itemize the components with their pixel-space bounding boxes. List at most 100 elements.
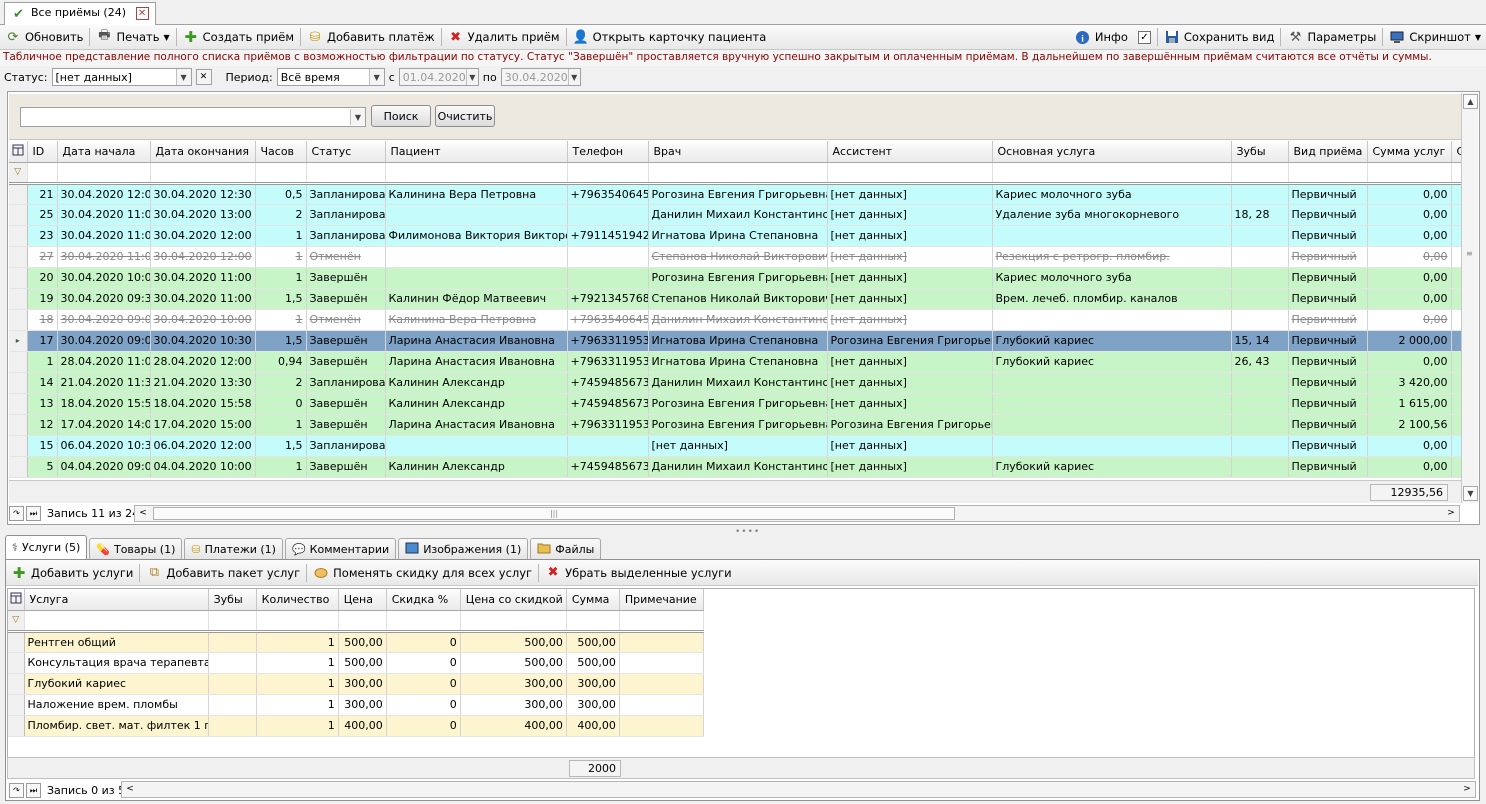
filter-cell[interactable] [338,610,387,633]
tab-services[interactable]: ⚕ Услуги (5) [5,535,88,559]
column-header[interactable]: Часов [255,141,307,163]
column-header[interactable]: Сумма [566,589,620,611]
change-discount-button[interactable]: Поменять скидку для всех услуг [308,562,537,584]
add-payment-button[interactable]: ⛁ Добавить платёж [302,26,440,48]
table-row[interactable]: Рентген общий 1 500,00 0 500,00 500,00 [8,631,705,653]
column-header[interactable]: Сумма услуг [1367,141,1452,163]
scroll-down-icon[interactable]: ▼ [1463,486,1478,501]
row-indicator[interactable] [8,631,25,653]
filter-cell[interactable] [256,610,339,633]
filter-cell[interactable] [1288,162,1368,185]
filter-cell[interactable] [566,610,620,633]
row-indicator[interactable] [9,393,28,415]
period-select[interactable]: Всё время ▼ [276,68,385,86]
parameters-button[interactable]: ⚒ Параметры [1282,26,1381,48]
column-header[interactable]: Ассистент [827,141,993,163]
row-indicator[interactable] [9,288,28,310]
print-button[interactable]: 🖶 Печать ▼ [91,26,174,48]
date-from-field[interactable]: 01.04.2020 ▼ [398,68,479,86]
row-indicator[interactable] [8,652,25,674]
column-header[interactable]: Цена со скидкой [460,589,567,611]
scroll-right-icon[interactable]: > [1444,506,1458,521]
column-header[interactable]: Услуга [24,589,209,611]
scroll-up-icon[interactable]: ▲ [1463,94,1478,109]
table-row[interactable]: 18 30.04.2020 09:00 30.04.2020 10:00 1 Отмен… [9,309,1461,331]
table-row[interactable]: Глубокий кариес 1 300,00 0 300,00 300,00 [8,673,705,695]
horizontal-scroll-thumb[interactable]: ||| [153,507,955,520]
filter-cell[interactable] [386,610,461,633]
search-input[interactable]: ▼ [20,107,366,127]
scroll-right-icon[interactable]: > [1460,782,1474,797]
column-header[interactable]: Скидка % [386,589,461,611]
row-indicator[interactable] [9,183,28,205]
add-services-button[interactable]: ✚ Добавить услуги [6,562,138,584]
row-pointer-icon[interactable]: ▸ [9,330,28,352]
column-header[interactable]: Примечание [619,589,705,611]
filter-cell[interactable] [57,162,151,185]
create-appointment-button[interactable]: ✚ Создать приём [178,26,299,48]
table-row[interactable]: 21 30.04.2020 12:00 30.04.2020 12:30 0,5 Зап… [9,183,1461,205]
table-row[interactable]: ▸ 17 30.04.2020 09:00 30.04.2020 10:30 1,5 За… [9,330,1461,352]
row-indicator[interactable] [8,673,25,695]
filter-cell[interactable] [460,610,567,633]
clear-button[interactable]: Очистить [435,105,495,127]
tab-payments[interactable]: ⛁ Платежи (1) [184,538,283,559]
column-header[interactable]: Зубы [208,589,257,611]
row-indicator[interactable] [9,246,28,268]
tab-images[interactable]: Изображения (1) [398,538,529,559]
table-row[interactable]: 5 04.04.2020 09:00 04.04.2020 10:00 1 Заверш… [9,456,1461,478]
close-tab-icon[interactable]: ✕ [135,6,149,20]
info-button[interactable]: i Инфо [1070,26,1133,48]
table-row[interactable]: Пломбир. свет. мат. филтек 1 пов. 1 400,00… [8,715,705,737]
appointments-filter-row[interactable]: ▽ [9,162,1461,185]
table-row[interactable]: 27 30.04.2020 11:00 30.04.2020 12:00 1 Отмен… [9,246,1461,268]
table-row[interactable]: 25 30.04.2020 11:00 30.04.2020 13:00 2 Запла… [9,204,1461,226]
filter-cell[interactable] [992,162,1232,185]
scroll-left-icon[interactable]: < [123,782,137,797]
splitter-grip-icon[interactable]: •••• [735,527,760,537]
column-chooser-icon[interactable] [8,589,25,611]
services-horizontal-scrollbar[interactable]: < > [121,781,1476,798]
table-row[interactable]: 19 30.04.2020 09:30 30.04.2020 11:00 1,5 Зав… [9,288,1461,310]
column-header[interactable]: ID [27,141,58,163]
filter-cell[interactable] [1231,162,1289,185]
column-header[interactable]: Статус [306,141,386,163]
appointments-horizontal-scrollbar[interactable]: < ||| > [134,505,1460,522]
info-checkbox[interactable]: ✓ [1133,26,1156,48]
filter-funnel-icon[interactable]: ▽ [8,610,25,633]
filter-cell[interactable] [1367,162,1452,185]
row-indicator[interactable] [9,204,28,226]
add-package-button[interactable]: ⧉ Добавить пакет услуг [141,562,305,584]
scroll-grip-icon[interactable]: ≡ [1466,249,1473,258]
open-patient-card-button[interactable]: 👤 Открыть карточку пациента [568,26,772,48]
refresh-nav-icon[interactable]: ↷ [9,506,24,521]
column-header[interactable]: Пациент [385,141,568,163]
clear-status-button[interactable]: ✕ [195,69,212,85]
table-row[interactable]: 13 18.04.2020 15:58 18.04.2020 15:58 0 Завер… [9,393,1461,415]
row-indicator[interactable] [9,309,28,331]
row-indicator[interactable] [8,715,25,737]
last-record-icon[interactable]: ⏭ [26,506,41,521]
row-indicator[interactable] [9,351,28,373]
refresh-button[interactable]: ⟳ Обновить [0,26,88,48]
column-header[interactable]: Дата начала [57,141,151,163]
table-row[interactable]: 23 30.04.2020 11:00 30.04.2020 12:00 1 Запла… [9,225,1461,247]
column-header[interactable]: Цена [338,589,387,611]
row-indicator[interactable] [8,694,25,716]
table-row[interactable]: 1 28.04.2020 11:03 28.04.2020 12:00 0,94 Зав… [9,351,1461,373]
row-indicator[interactable] [9,372,28,394]
filter-cell[interactable] [1451,162,1461,185]
column-header[interactable]: Дата окончания [150,141,256,163]
row-indicator[interactable] [9,414,28,436]
table-row[interactable]: 14 21.04.2020 11:30 21.04.2020 13:30 2 Запла… [9,372,1461,394]
column-chooser-icon[interactable] [9,141,28,163]
row-indicator[interactable] [9,435,28,457]
column-header[interactable]: Телефон [567,141,649,163]
column-header[interactable]: Врач [648,141,828,163]
document-tab[interactable]: ✔ Все приёмы (24) ✕ [4,2,156,25]
filter-cell[interactable] [619,610,705,633]
services-filter-row[interactable]: ▽ [8,610,705,633]
screenshot-button[interactable]: Скриншот ▼ [1384,26,1486,48]
delete-appointment-button[interactable]: ✖ Удалить приём [443,26,565,48]
last-record-icon[interactable]: ⏭ [26,783,41,798]
